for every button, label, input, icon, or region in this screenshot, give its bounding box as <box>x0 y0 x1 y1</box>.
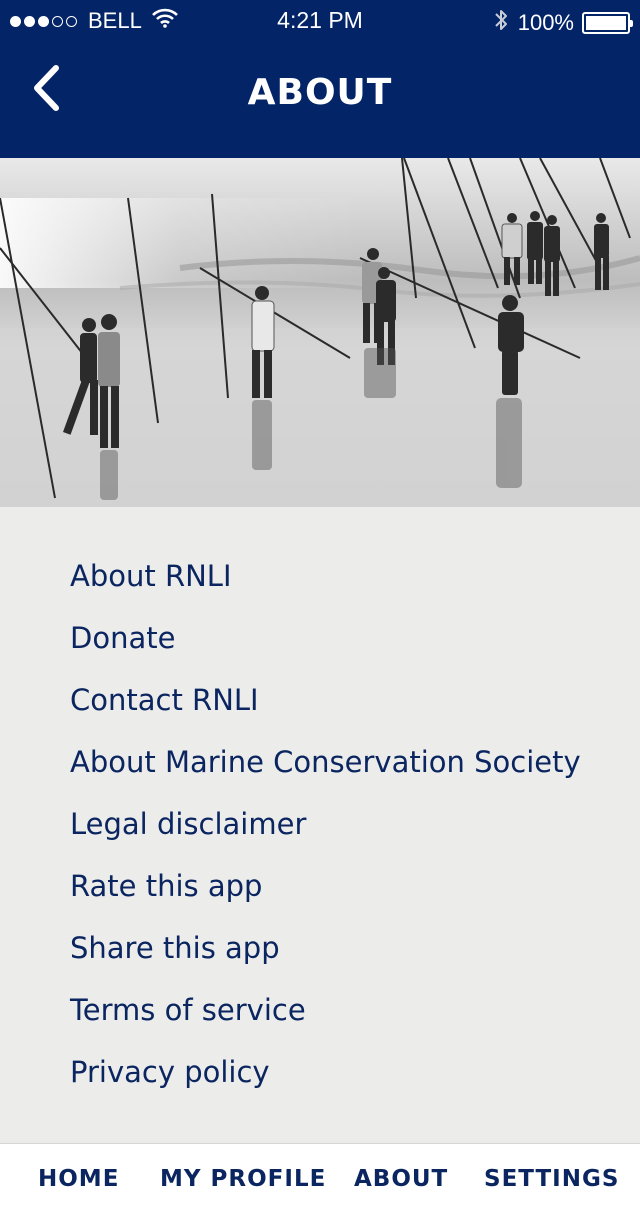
menu-item-donate[interactable]: Donate <box>0 613 640 675</box>
tab-about[interactable]: ABOUT <box>354 1166 448 1192</box>
menu-item-privacy-policy[interactable]: Privacy policy <box>0 1047 640 1109</box>
menu-item-about-mcs[interactable]: About Marine Conservation Society <box>0 737 640 799</box>
about-menu: About RNLI Donate Contact RNLI About Mar… <box>0 507 640 1143</box>
battery-percent: 100% <box>517 10 574 35</box>
menu-item-legal-disclaimer[interactable]: Legal disclaimer <box>0 799 640 861</box>
menu-item-share-app[interactable]: Share this app <box>0 923 640 985</box>
bottom-tab-bar: HOME MY PROFILE ABOUT SETTINGS <box>0 1143 640 1222</box>
page-title: ABOUT <box>247 72 393 113</box>
app-header: BELL 4:21 PM 100% ABOUT <box>0 0 640 158</box>
menu-item-about-rnli[interactable]: About RNLI <box>0 551 640 613</box>
menu-item-terms-of-service[interactable]: Terms of service <box>0 985 640 1047</box>
menu-item-rate-app[interactable]: Rate this app <box>0 861 640 923</box>
bluetooth-icon <box>494 8 508 38</box>
battery-icon <box>582 12 633 34</box>
hero-image <box>0 158 640 507</box>
tab-home[interactable]: HOME <box>38 1166 119 1192</box>
status-right: 100% <box>494 8 633 38</box>
menu-list: About RNLI Donate Contact RNLI About Mar… <box>0 507 640 1109</box>
menu-item-contact-rnli[interactable]: Contact RNLI <box>0 675 640 737</box>
battery-fill <box>586 16 626 30</box>
status-bar: BELL 4:21 PM 100% <box>0 0 640 40</box>
beach-fishing-photo <box>0 158 640 507</box>
tab-settings[interactable]: SETTINGS <box>484 1166 619 1192</box>
tab-my-profile[interactable]: MY PROFILE <box>160 1166 326 1192</box>
